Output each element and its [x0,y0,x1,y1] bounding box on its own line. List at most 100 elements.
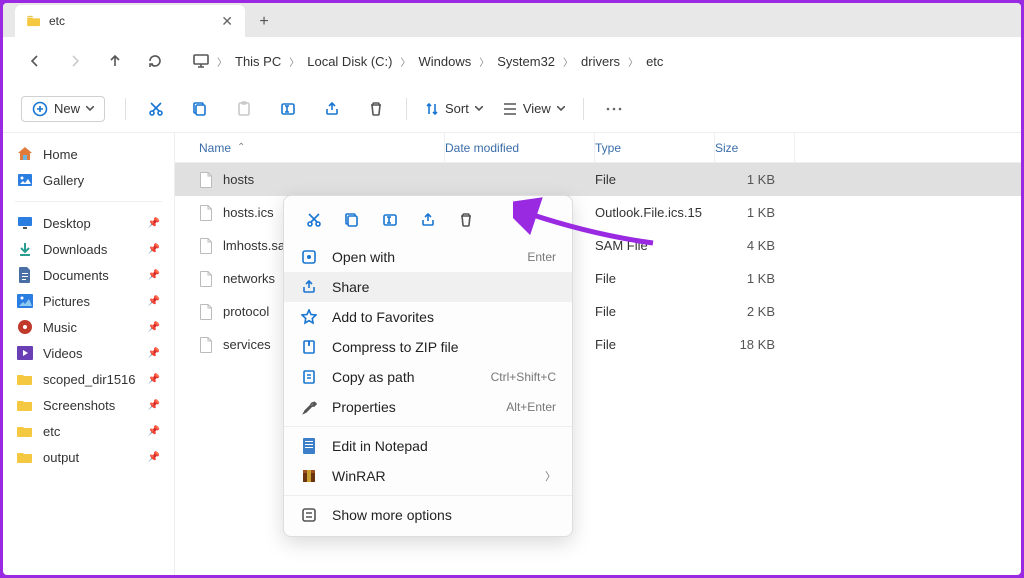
desktop-icon [17,215,33,231]
file-size: 1 KB [715,271,795,286]
column-name[interactable]: Name⌃ [175,133,445,162]
ctx-label: Copy as path [332,369,415,385]
tab-title: etc [49,14,65,28]
sidebar-item[interactable]: Music📌 [3,314,174,340]
new-label: New [54,101,80,116]
sidebar-home[interactable]: Home [3,141,174,167]
rename-button[interactable] [270,93,306,125]
chevron-down-icon [86,106,94,112]
sidebar-item[interactable]: Videos 📌 [3,340,174,366]
ctx-label: Open with [332,249,395,265]
file-name: hosts.ics [223,205,274,220]
new-tab-button[interactable]: + [249,7,279,37]
pin-icon: 📌 [148,348,160,359]
ctx-shortcut: Enter [527,250,556,264]
home-icon [17,146,33,162]
video-icon [17,345,33,361]
ctx-cut-button[interactable] [298,206,330,234]
share-button[interactable] [314,93,350,125]
ctx-share-button[interactable] [412,206,444,234]
sidebar-item[interactable]: Pictures📌 [3,288,174,314]
breadcrumb-item[interactable]: Local Disk (C:) [307,54,392,69]
ctx-zip[interactable]: Compress to ZIP file [284,332,572,362]
ctx-winrar[interactable]: WinRAR〉 [284,461,572,491]
file-row[interactable]: hostsFile1 KB [175,163,1021,196]
close-icon[interactable]: ✕ [221,13,233,30]
ctx-star[interactable]: Add to Favorites [284,302,572,332]
chevron-right-icon: 〉 [628,54,638,69]
forward-button[interactable] [61,47,89,75]
ctx-show-more-label: Show more options [332,507,452,523]
ctx-copy-button[interactable] [336,206,368,234]
copy-button[interactable] [182,93,218,125]
tab-etc[interactable]: etc ✕ [15,5,245,37]
file-type: File [595,172,715,187]
sidebar-item[interactable]: Screenshots📌 [3,392,174,418]
file-icon [199,271,213,287]
list-icon [503,103,517,115]
pin-icon: 📌 [148,452,160,463]
file-type: SAM File [595,238,715,253]
sidebar-item[interactable]: scoped_dir1516📌 [3,366,174,392]
sidebar-label: etc [43,424,60,439]
sidebar-gallery[interactable]: Gallery [3,167,174,193]
up-button[interactable] [101,47,129,75]
notepad-icon [300,437,318,455]
sidebar-item[interactable]: Documents📌 [3,262,174,288]
back-button[interactable] [21,47,49,75]
sort-label: Sort [445,101,469,116]
ctx-openwith[interactable]: Open with Enter [284,242,572,272]
ctx-label: Add to Favorites [332,309,434,325]
ctx-rename-button[interactable] [374,206,406,234]
chevron-down-icon [557,106,565,112]
monitor-icon [193,54,209,68]
paste-button[interactable] [226,93,262,125]
file-type: File [595,271,715,286]
refresh-button[interactable] [141,47,169,75]
chevron-right-icon: 〉 [217,54,227,69]
breadcrumb-item[interactable]: System32 [497,54,555,69]
ctx-label: Share [332,279,369,295]
sidebar-item[interactable]: Downloads📌 [3,236,174,262]
more-button[interactable] [596,93,632,125]
ctx-properties[interactable]: PropertiesAlt+Enter [284,392,572,422]
context-menu[interactable]: Open with Enter Share Add to Favorites Compr… [283,195,573,537]
ctx-show-more[interactable]: Show more options [284,500,572,530]
sidebar-item[interactable]: Desktop📌 [3,210,174,236]
ctx-share[interactable]: Share [284,272,572,302]
ctx-shortcut: Alt+Enter [506,400,556,414]
view-dropdown[interactable]: View [493,93,575,125]
column-date[interactable]: Date modified [445,133,595,162]
cut-button[interactable] [138,93,174,125]
sort-icon [425,102,439,116]
sidebar-item[interactable]: output📌 [3,444,174,470]
sort-dropdown[interactable]: Sort [415,93,493,125]
sidebar-label: Videos [43,346,83,361]
breadcrumb[interactable]: 〉 This PC 〉 Local Disk (C:) 〉 Windows 〉 … [193,54,663,69]
delete-button[interactable] [358,93,394,125]
breadcrumb-item[interactable]: Windows [418,54,471,69]
file-icon [199,304,213,320]
breadcrumb-item[interactable]: drivers [581,54,620,69]
ctx-notepad[interactable]: Edit in Notepad [284,431,572,461]
breadcrumb-item[interactable]: This PC [235,54,281,69]
pin-icon: 📌 [148,244,160,255]
file-type: File [595,304,715,319]
nav-bar: 〉 This PC 〉 Local Disk (C:) 〉 Windows 〉 … [3,37,1021,85]
sidebar-label: Screenshots [43,398,115,413]
folder-icon [27,15,41,27]
pin-icon: 📌 [148,270,160,281]
pin-icon: 📌 [148,426,160,437]
file-icon [199,337,213,353]
breadcrumb-item[interactable]: etc [646,54,663,69]
ctx-copypath[interactable]: Copy as pathCtrl+Shift+C [284,362,572,392]
toolbar: New Sort View [3,85,1021,133]
pin-icon: 📌 [148,296,160,307]
sidebar-item[interactable]: etc 📌 [3,418,174,444]
column-size[interactable]: Size [715,133,795,162]
file-type: Outlook.File.ics.15 [595,205,715,220]
ctx-delete-button[interactable] [450,206,482,234]
column-type[interactable]: Type [595,133,715,162]
file-name: hosts [223,172,254,187]
new-button[interactable]: New [21,96,105,122]
